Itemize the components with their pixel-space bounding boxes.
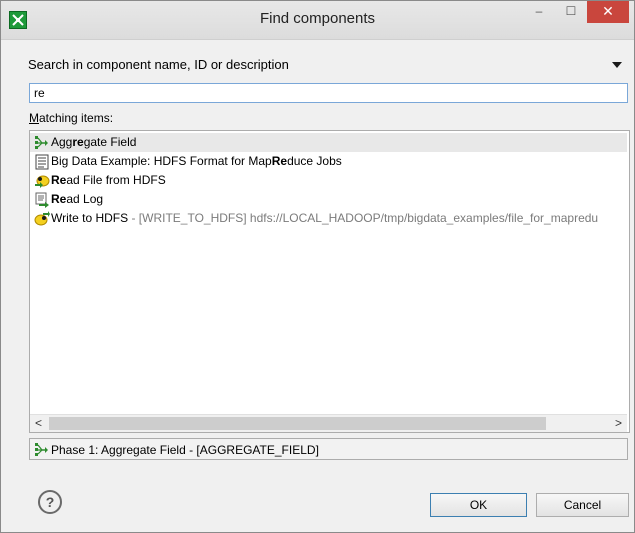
help-button[interactable]: ? xyxy=(38,490,62,514)
search-label: Search in component name, ID or descript… xyxy=(28,57,289,72)
matching-items-list[interactable]: Aggregate Field Big Data Example: HDFS F… xyxy=(29,130,630,433)
title-bar[interactable]: Find components – ☐ ✕ xyxy=(1,1,634,40)
ok-button[interactable]: OK xyxy=(430,493,527,517)
scroll-left-icon[interactable]: < xyxy=(30,415,47,432)
list-item[interactable]: Read File from HDFS xyxy=(30,171,627,190)
matching-label-text: atching items: xyxy=(39,111,114,125)
list-item-label: Write to HDFS - [WRITE_TO_HDFS] hdfs://L… xyxy=(51,211,599,225)
list-item[interactable]: Aggregate Field xyxy=(30,133,627,152)
list-item[interactable]: Write to HDFS - [WRITE_TO_HDFS] hdfs://L… xyxy=(30,209,627,228)
matching-label-mnemonic: M xyxy=(29,111,39,125)
list-item[interactable]: Big Data Example: HDFS Format for MapRed… xyxy=(30,152,627,171)
list-item[interactable]: Read Log xyxy=(30,190,627,209)
find-components-dialog: Find components – ☐ ✕ Search in componen… xyxy=(0,0,635,533)
list-item-detail: - [WRITE_TO_HDFS] hdfs://LOCAL_HADOOP/tm… xyxy=(128,211,599,225)
status-text: Phase 1: Aggregate Field - [AGGREGATE_FI… xyxy=(51,443,319,457)
aggregate-icon xyxy=(34,135,50,151)
maximize-button[interactable]: ☐ xyxy=(557,1,585,23)
search-input[interactable] xyxy=(29,83,628,103)
list-item-label: Aggregate Field xyxy=(51,135,137,149)
list-item-label: Big Data Example: HDFS Format for MapRed… xyxy=(51,154,342,168)
aggregate-icon xyxy=(34,442,50,458)
scroll-thumb[interactable] xyxy=(49,417,546,430)
close-button[interactable]: ✕ xyxy=(587,1,629,23)
write-hdfs-icon xyxy=(34,211,50,227)
cancel-button[interactable]: Cancel xyxy=(536,493,629,517)
matching-items-label: Matching items: xyxy=(29,111,113,125)
list-item-label: Read Log xyxy=(51,192,104,206)
list-item-label: Read File from HDFS xyxy=(51,173,166,187)
minimize-button[interactable]: – xyxy=(525,1,553,23)
read-log-icon xyxy=(34,192,50,208)
selection-status: Phase 1: Aggregate Field - [AGGREGATE_FI… xyxy=(29,438,628,460)
scroll-right-icon[interactable]: > xyxy=(610,415,627,432)
dropdown-arrow-icon[interactable] xyxy=(612,62,622,68)
horizontal-scrollbar[interactable]: < > xyxy=(30,414,627,432)
document-icon xyxy=(34,154,50,170)
read-file-icon xyxy=(34,173,50,189)
